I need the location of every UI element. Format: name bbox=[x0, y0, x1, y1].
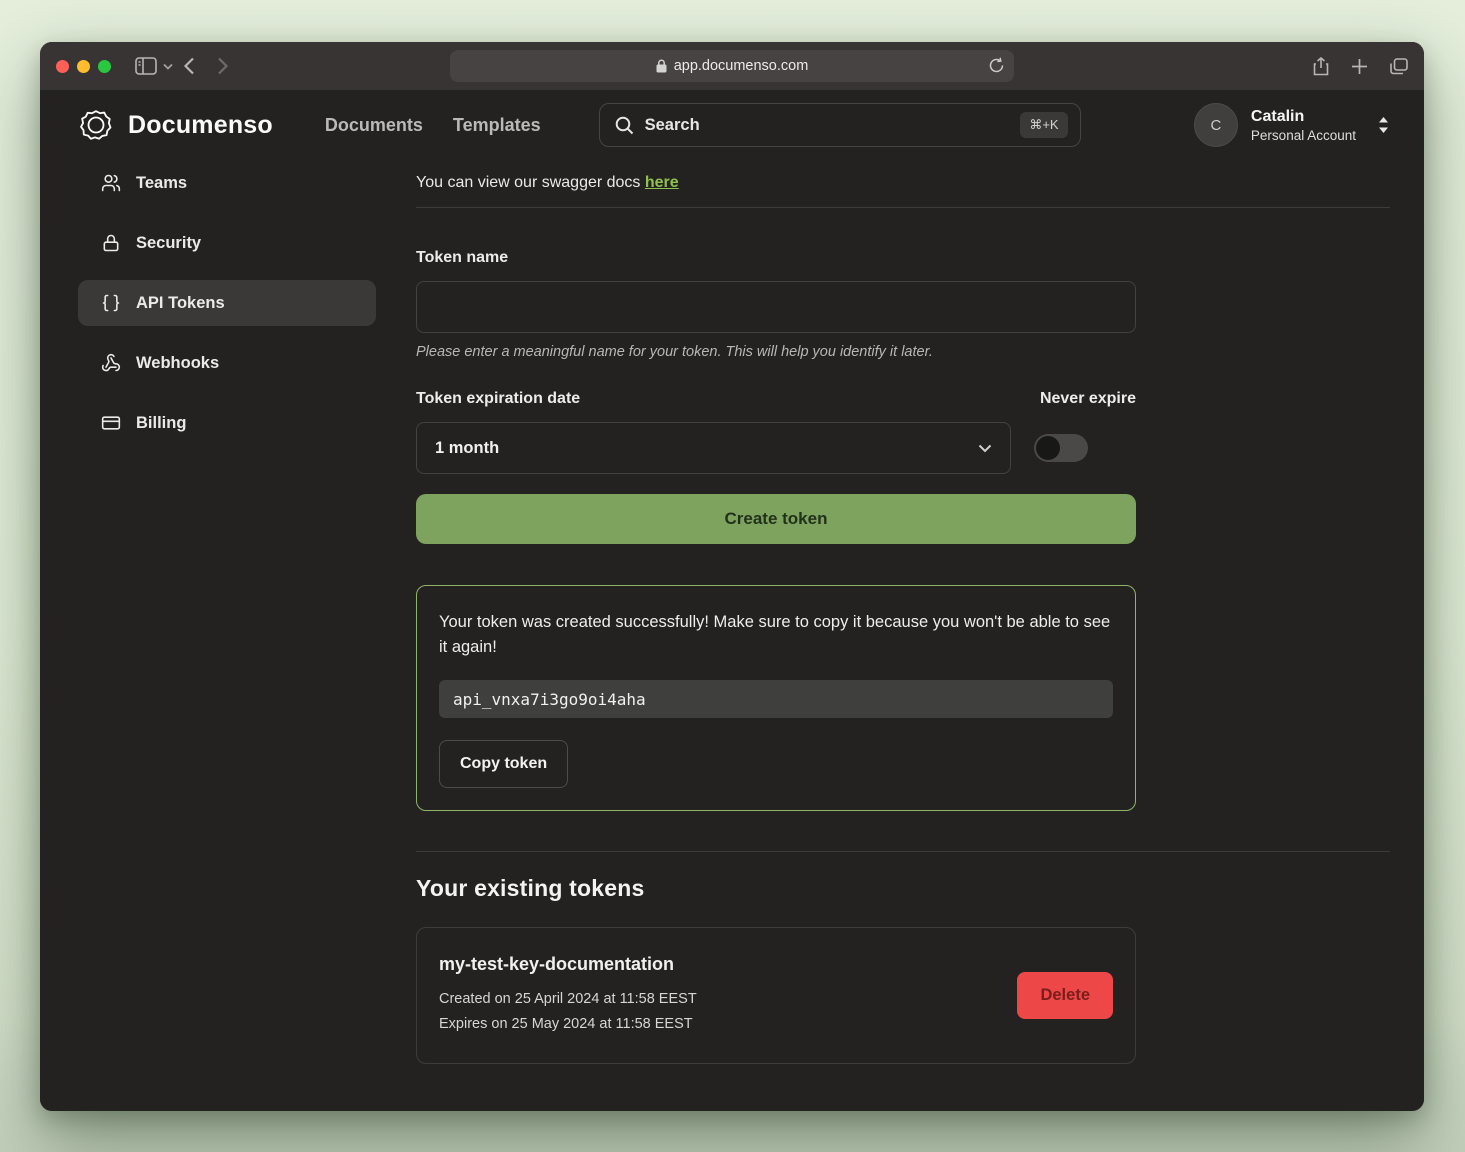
token-name-help: Please enter a meaningful name for your … bbox=[416, 344, 1136, 360]
sidebar-item-security[interactable]: Security bbox=[78, 220, 376, 266]
never-expire-toggle[interactable] bbox=[1034, 434, 1088, 462]
swagger-docs-sentence: You can view our swagger docs bbox=[416, 174, 645, 191]
share-icon[interactable] bbox=[1313, 57, 1329, 76]
documenso-logo-icon bbox=[78, 107, 114, 143]
sidebar-item-api-tokens[interactable]: API Tokens bbox=[78, 280, 376, 326]
account-type: Personal Account bbox=[1251, 127, 1356, 144]
toggle-knob bbox=[1036, 436, 1060, 460]
sidebar-item-label: Webhooks bbox=[136, 354, 219, 373]
sidebar-item-label: Security bbox=[136, 234, 201, 253]
search-shortcut-badge: ⌘+K bbox=[1020, 112, 1067, 138]
search-input[interactable]: Search ⌘+K bbox=[599, 103, 1081, 147]
divider bbox=[416, 207, 1390, 208]
swagger-docs-link[interactable]: here bbox=[645, 174, 679, 191]
existing-tokens-heading: Your existing tokens bbox=[416, 875, 1390, 902]
app-body: Teams Security API Tokens bbox=[40, 160, 1424, 1111]
chevrons-up-down-icon bbox=[1377, 116, 1390, 134]
tab-overview-icon[interactable] bbox=[1390, 58, 1408, 75]
search-placeholder: Search bbox=[645, 116, 700, 135]
browser-window: app.documenso.com bbox=[40, 42, 1424, 1111]
token-name-input[interactable] bbox=[416, 281, 1136, 333]
back-button[interactable] bbox=[183, 57, 195, 75]
close-button[interactable] bbox=[56, 60, 69, 73]
chevron-down-icon bbox=[978, 444, 992, 453]
account-name: Catalin bbox=[1251, 107, 1356, 127]
brand[interactable]: Documenso bbox=[78, 107, 273, 143]
brand-name: Documenso bbox=[128, 111, 273, 140]
expiration-labels-row: Token expiration date Never expire bbox=[416, 390, 1136, 408]
token-name-label: Token name bbox=[416, 249, 1136, 267]
sidebar-item-billing[interactable]: Billing bbox=[78, 400, 376, 446]
app-header: Documenso Documents Templates Search ⌘+K… bbox=[40, 90, 1424, 160]
chrome-actions bbox=[1313, 57, 1408, 76]
token-value: api_vnxa7i3go9oi4aha bbox=[439, 680, 1113, 718]
reload-icon[interactable] bbox=[989, 57, 1004, 74]
swagger-docs-text: You can view our swagger docs here bbox=[416, 174, 1390, 192]
token-expires-date: Expires on 25 May 2024 at 11:58 EEST bbox=[439, 1012, 697, 1037]
braces-icon bbox=[100, 293, 122, 313]
sidebar-menu-chevron-icon[interactable] bbox=[163, 63, 173, 70]
minimize-button[interactable] bbox=[77, 60, 90, 73]
sidebar-item-webhooks[interactable]: Webhooks bbox=[78, 340, 376, 386]
tls-lock-icon bbox=[656, 59, 667, 73]
token-expiration-select[interactable]: 1 month bbox=[416, 422, 1011, 474]
primary-nav: Documents Templates bbox=[325, 115, 541, 136]
sidebar-item-teams[interactable]: Teams bbox=[78, 160, 376, 206]
api-tokens-panel: You can view our swagger docs here Token… bbox=[416, 160, 1390, 1111]
address-bar[interactable]: app.documenso.com bbox=[450, 50, 1014, 82]
token-card-dates: Created on 25 April 2024 at 11:58 EEST E… bbox=[439, 987, 697, 1037]
forward-button[interactable] bbox=[217, 57, 229, 75]
nav-documents[interactable]: Documents bbox=[325, 115, 423, 136]
window-controls bbox=[56, 60, 111, 73]
create-token-button[interactable]: Create token bbox=[416, 494, 1136, 544]
token-card: my-test-key-documentation Created on 25 … bbox=[416, 927, 1136, 1064]
sidebar-item-label: Teams bbox=[136, 174, 187, 193]
expiration-controls-row: 1 month bbox=[416, 422, 1136, 474]
webhook-icon bbox=[100, 353, 122, 373]
lock-icon bbox=[100, 233, 122, 253]
expiration-label: Token expiration date bbox=[416, 390, 580, 408]
sidebar-item-label: Billing bbox=[136, 414, 186, 433]
zoom-button[interactable] bbox=[98, 60, 111, 73]
delete-token-button[interactable]: Delete bbox=[1017, 972, 1113, 1019]
account-menu[interactable]: C Catalin Personal Account bbox=[1194, 103, 1390, 147]
token-card-info: my-test-key-documentation Created on 25 … bbox=[439, 954, 697, 1037]
create-token-form: Token name Please enter a meaningful nam… bbox=[416, 249, 1136, 811]
sidebar-item-label: API Tokens bbox=[136, 294, 225, 313]
token-created-alert: Your token was created successfully! Mak… bbox=[416, 585, 1136, 811]
divider bbox=[416, 851, 1390, 852]
token-created-message: Your token was created successfully! Mak… bbox=[439, 610, 1113, 660]
never-expire-label: Never expire bbox=[1040, 390, 1136, 408]
expiration-selected-value: 1 month bbox=[435, 439, 499, 458]
browser-chrome: app.documenso.com bbox=[40, 42, 1424, 90]
new-tab-icon[interactable] bbox=[1351, 58, 1368, 75]
avatar: C bbox=[1194, 103, 1238, 147]
url-text: app.documenso.com bbox=[674, 58, 809, 74]
search-icon bbox=[615, 116, 634, 135]
copy-token-button[interactable]: Copy token bbox=[439, 740, 568, 788]
token-created-date: Created on 25 April 2024 at 11:58 EEST bbox=[439, 987, 697, 1012]
nav-templates[interactable]: Templates bbox=[453, 115, 541, 136]
credit-card-icon bbox=[100, 413, 122, 433]
token-card-name: my-test-key-documentation bbox=[439, 954, 697, 975]
sidebar-toggle-icon[interactable] bbox=[135, 57, 157, 75]
settings-sidebar: Teams Security API Tokens bbox=[78, 160, 376, 1111]
documenso-app: Documenso Documents Templates Search ⌘+K… bbox=[40, 90, 1424, 1111]
users-icon bbox=[100, 173, 122, 193]
